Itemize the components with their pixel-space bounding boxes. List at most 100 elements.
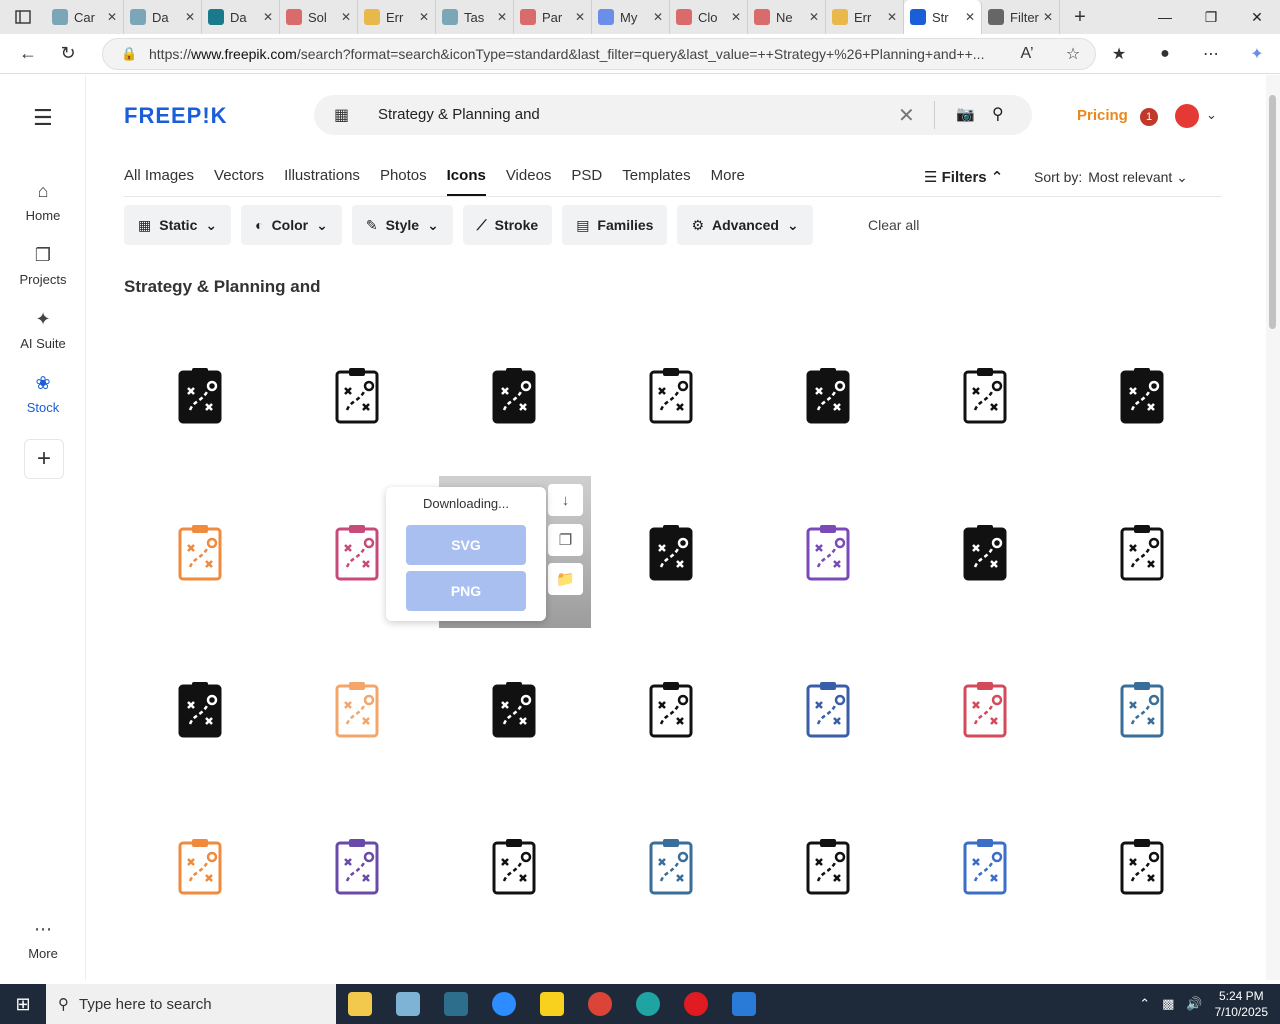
search-icon[interactable]: ⚲ (992, 104, 1004, 124)
browser-tab[interactable]: Car ✕ (46, 0, 124, 34)
save-to-collection-icon[interactable]: 📁 (548, 563, 583, 595)
back-button[interactable]: ← (8, 34, 48, 74)
close-tab-icon[interactable]: ✕ (575, 10, 585, 24)
favorites-icon[interactable]: ★ (1096, 44, 1142, 64)
browser-tab[interactable]: Par ✕ (514, 0, 592, 34)
close-tab-icon[interactable]: ✕ (107, 10, 117, 24)
ai-search-icon[interactable]: ▦ (334, 105, 349, 125)
browser-tab[interactable]: Ne ✕ (748, 0, 826, 34)
hamburger-menu-icon[interactable]: ☰ (33, 105, 53, 131)
download-png-button[interactable]: PNG (406, 571, 526, 611)
strategy-planning-icon[interactable] (593, 789, 749, 945)
opera-icon[interactable] (672, 984, 720, 1024)
close-tab-icon[interactable]: ✕ (341, 10, 351, 24)
chevron-down-icon[interactable]: ⌄ (1206, 107, 1217, 123)
tab-actions-button[interactable] (0, 0, 46, 34)
clear-search-icon[interactable]: ✕ (898, 103, 915, 128)
strategy-planning-icon[interactable] (279, 318, 435, 474)
browser-tab[interactable]: Da ✕ (202, 0, 280, 34)
close-tab-icon[interactable]: ✕ (731, 10, 741, 24)
tab-templates[interactable]: Templates (622, 167, 690, 196)
strategy-planning-icon[interactable] (122, 789, 278, 945)
tab-all-images[interactable]: All Images (124, 167, 194, 196)
filters-toggle[interactable]: ☰ Filters ⌃ (924, 168, 1003, 186)
close-tab-icon[interactable]: ✕ (263, 10, 273, 24)
network-icon[interactable]: ▩ (1162, 996, 1174, 1012)
strategy-planning-icon[interactable] (907, 475, 1063, 631)
close-window-button[interactable]: ✕ (1234, 0, 1280, 34)
strategy-planning-icon[interactable] (436, 318, 592, 474)
refresh-button[interactable]: ↻ (48, 34, 88, 74)
close-tab-icon[interactable]: ✕ (497, 10, 507, 24)
clock[interactable]: 5:24 PM 7/10/2025 (1215, 988, 1268, 1020)
strategy-planning-icon[interactable] (907, 318, 1063, 474)
tab-illustrations[interactable]: Illustrations (284, 167, 360, 196)
close-tab-icon[interactable]: ✕ (809, 10, 819, 24)
minimize-button[interactable]: — (1142, 0, 1188, 34)
strategy-planning-icon[interactable] (279, 632, 435, 788)
download-icon[interactable]: ↓ (548, 484, 583, 516)
camera-search-icon[interactable]: 📷 (956, 105, 975, 123)
chip-static[interactable]: ▦ Static ⌄ (124, 205, 232, 245)
strategy-planning-icon[interactable] (1064, 318, 1220, 474)
close-tab-icon[interactable]: ✕ (185, 10, 195, 24)
tab-psd[interactable]: PSD (571, 167, 602, 196)
app-icon[interactable] (432, 984, 480, 1024)
close-tab-icon[interactable]: ✕ (653, 10, 663, 24)
browser-tab[interactable]: Err ✕ (358, 0, 436, 34)
browser-tab[interactable]: Tas ✕ (436, 0, 514, 34)
edge-icon[interactable] (624, 984, 672, 1024)
browser-tab[interactable]: Filter & ✕ (982, 0, 1060, 34)
leftnav-item-ai-suite[interactable]: ✦ AI Suite (0, 309, 86, 351)
page-scrollbar[interactable] (1266, 75, 1280, 980)
chip-advanced[interactable]: ⚙ Advanced ⌄ (677, 205, 813, 245)
leftnav-item-home[interactable]: ⌂ Home (0, 181, 86, 223)
chrome-icon[interactable] (576, 984, 624, 1024)
strategy-planning-icon[interactable] (593, 632, 749, 788)
tab-icons[interactable]: Icons (446, 167, 486, 196)
pricing-link[interactable]: Pricing (1077, 107, 1128, 124)
strategy-planning-icon[interactable] (750, 318, 906, 474)
leftnav-item-more[interactable]: ⋯ More (0, 919, 86, 961)
browser-tab[interactable]: Err ✕ (826, 0, 904, 34)
close-tab-icon[interactable]: ✕ (1043, 10, 1053, 24)
tab-vectors[interactable]: Vectors (214, 167, 264, 196)
restore-button[interactable]: ❐ (1188, 0, 1234, 34)
close-tab-icon[interactable]: ✕ (965, 10, 975, 24)
sort-dropdown[interactable]: Sort by: Most relevant ⌄ (1034, 169, 1188, 186)
url-field[interactable]: 🔒 https://www.freepik.com/search?format=… (102, 38, 1096, 70)
profile-icon[interactable]: ● (1142, 45, 1188, 63)
browser-tab[interactable]: Sol ✕ (280, 0, 358, 34)
paint-icon[interactable] (384, 984, 432, 1024)
strategy-planning-icon[interactable] (750, 475, 906, 631)
strategy-planning-icon[interactable] (907, 632, 1063, 788)
strategy-planning-icon[interactable] (436, 632, 592, 788)
strategy-planning-icon[interactable] (122, 475, 278, 631)
strategy-planning-icon[interactable] (593, 318, 749, 474)
chip-stroke[interactable]: ⟋ Stroke (462, 205, 553, 245)
chip-color[interactable]: ◐ Color ⌄ (241, 205, 342, 245)
browser-tab[interactable]: Clo ✕ (670, 0, 748, 34)
leftnav-item-stock[interactable]: ❀ Stock (0, 373, 86, 415)
scrollbar-thumb[interactable] (1269, 95, 1276, 329)
strategy-planning-icon[interactable] (122, 632, 278, 788)
download-svg-button[interactable]: SVG (406, 525, 526, 565)
browser-tab[interactable]: Da ✕ (124, 0, 202, 34)
new-tab-button[interactable]: + (1060, 6, 1100, 29)
tab-more[interactable]: More (711, 167, 745, 196)
tab-photos[interactable]: Photos (380, 167, 427, 196)
freepik-logo[interactable]: FREEP!K (124, 103, 228, 129)
taskbar-search[interactable]: ⚲ Type here to search (46, 984, 336, 1024)
read-aloud-icon[interactable]: A’ (1004, 45, 1050, 63)
strategy-planning-icon[interactable] (279, 789, 435, 945)
strategy-planning-icon[interactable] (436, 789, 592, 945)
browser-tab[interactable]: My ✕ (592, 0, 670, 34)
avatar[interactable] (1175, 104, 1199, 128)
tray-chevron-icon[interactable]: ⌃ (1139, 996, 1150, 1012)
strategy-planning-icon[interactable] (1064, 632, 1220, 788)
zoom-icon[interactable] (480, 984, 528, 1024)
leftnav-item-projects[interactable]: ❐ Projects (0, 245, 86, 287)
chip-families[interactable]: ▤ Families (562, 205, 668, 245)
strategy-planning-icon[interactable] (907, 789, 1063, 945)
tab-videos[interactable]: Videos (506, 167, 552, 196)
